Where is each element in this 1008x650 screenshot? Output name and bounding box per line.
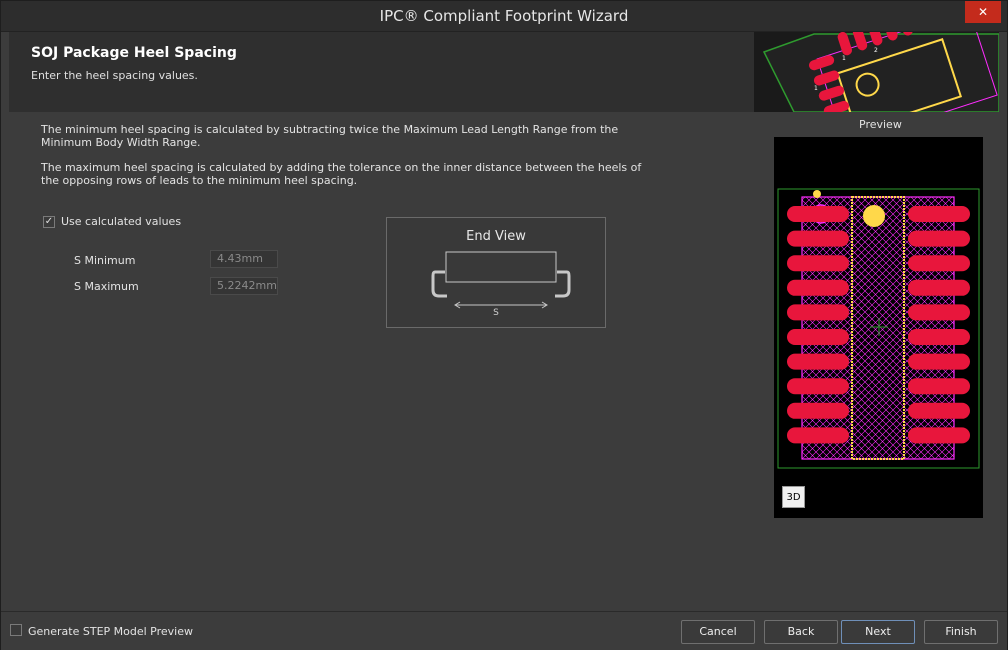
footprint-preview-canvas [777, 188, 980, 469]
end-view-diagram: End View S [386, 217, 606, 328]
pad-number-label: 1 [814, 85, 818, 92]
wizard-header: SOJ Package Heel Spacing Enter the heel … [9, 32, 999, 112]
right-pad [908, 402, 970, 419]
right-pad [908, 329, 970, 345]
footprint-preview[interactable]: 3D [774, 137, 983, 518]
pad-number-label: 1 [842, 55, 846, 62]
window-title: IPC® Compliant Footprint Wizard [379, 7, 629, 25]
left-pad [787, 230, 849, 247]
s-minimum-field[interactable]: 4.43mm [210, 250, 278, 268]
s-maximum-field[interactable]: 5.2242mm [210, 277, 278, 295]
right-pad [908, 427, 970, 444]
use-calculated-checkbox[interactable]: ✓ [43, 216, 55, 228]
right-pad [908, 353, 970, 370]
description-min-spacing: The minimum heel spacing is calculated b… [41, 123, 619, 149]
s-maximum-label: S Maximum [74, 280, 139, 293]
s-minimum-label: S Minimum [74, 254, 136, 267]
page-title: SOJ Package Heel Spacing [31, 45, 237, 61]
left-pad [787, 402, 849, 419]
title-bar: IPC® Compliant Footprint Wizard ✕ [1, 1, 1007, 32]
left-pad [787, 427, 849, 444]
use-calculated-label: Use calculated values [61, 215, 182, 228]
right-pad [908, 378, 970, 395]
description-max-spacing: The maximum heel spacing is calculated b… [41, 161, 642, 187]
end-view-title: End View [466, 229, 526, 244]
left-pad [787, 378, 849, 395]
wizard-footer: Generate STEP Model Preview Cancel Back … [1, 611, 1007, 650]
left-pad [787, 255, 849, 272]
left-pad [787, 304, 849, 321]
generate-step-label: Generate STEP Model Preview [28, 625, 193, 638]
wizard-content: The minimum heel spacing is calculated b… [9, 113, 999, 609]
3d-view-button[interactable]: 3D [782, 486, 805, 508]
finish-button[interactable]: Finish [924, 620, 998, 644]
left-pad [787, 206, 849, 222]
right-pad [908, 304, 970, 321]
left-pad [787, 279, 849, 296]
left-pad [787, 329, 849, 345]
header-footprint-illustration: 1 2 1 [754, 32, 999, 112]
page-subtitle: Enter the heel spacing values. [31, 69, 198, 82]
generate-step-checkbox[interactable] [10, 624, 22, 636]
next-button[interactable]: Next [841, 620, 915, 644]
back-button[interactable]: Back [764, 620, 838, 644]
preview-label: Preview [859, 118, 902, 131]
pad-number-label: 2 [874, 47, 878, 54]
right-pad [908, 279, 970, 296]
left-pad [787, 353, 849, 370]
wizard-window: IPC® Compliant Footprint Wizard ✕ SOJ Pa… [0, 0, 1008, 650]
right-pad [908, 230, 970, 247]
dimension-s-label: S [493, 308, 499, 318]
right-pad [908, 255, 970, 272]
close-button[interactable]: ✕ [965, 1, 1001, 23]
right-pad [908, 206, 970, 222]
cancel-button[interactable]: Cancel [681, 620, 755, 644]
